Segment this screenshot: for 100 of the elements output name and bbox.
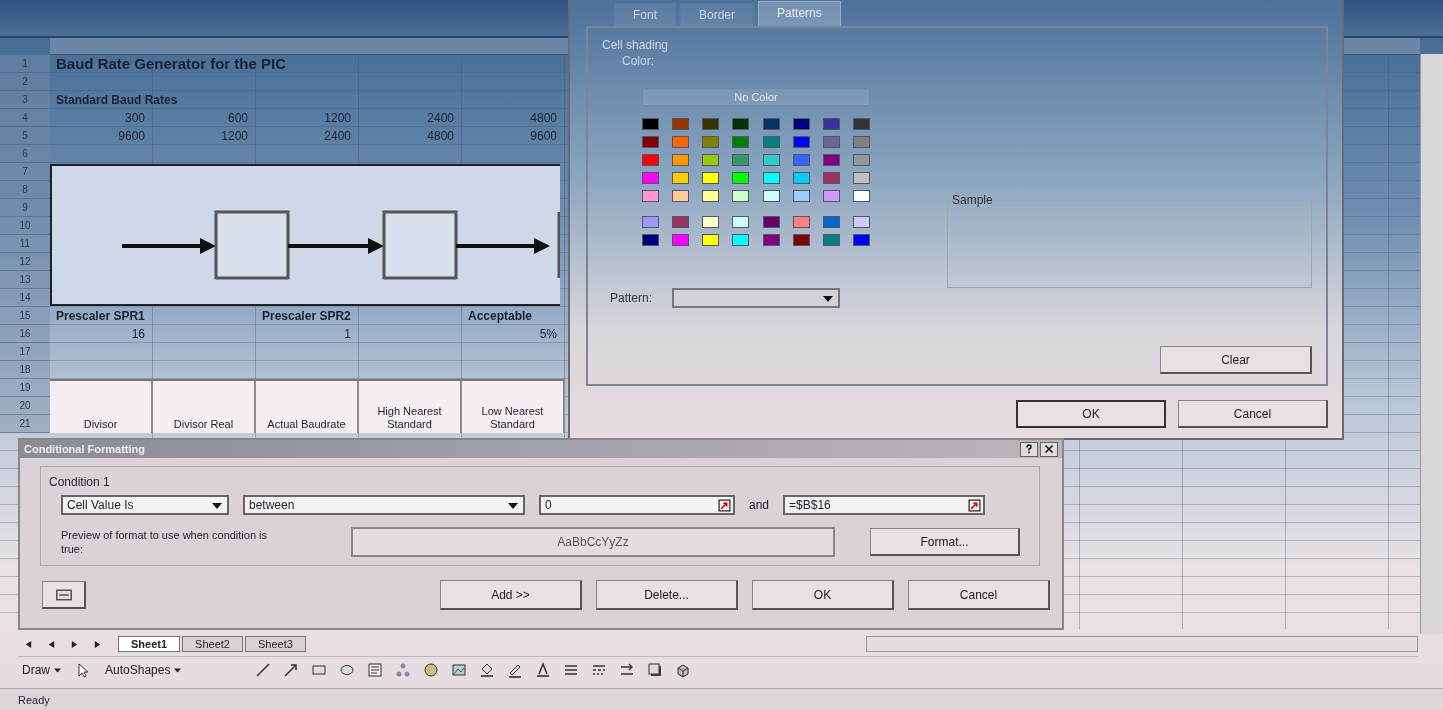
- color-swatch[interactable]: [853, 136, 870, 148]
- color-swatch[interactable]: [702, 118, 720, 130]
- color-swatch[interactable]: [822, 172, 840, 184]
- dialog-button[interactable]: Cancel: [908, 580, 1050, 610]
- dialog-button[interactable]: Add >>: [440, 580, 582, 610]
- help-button[interactable]: [1020, 441, 1038, 457]
- color-swatch[interactable]: [672, 234, 690, 246]
- rectangle-icon[interactable]: [311, 662, 328, 678]
- color-swatch[interactable]: [642, 172, 659, 184]
- dialog-button[interactable]: OK: [1016, 400, 1166, 428]
- value-field[interactable]: 0: [539, 495, 735, 515]
- color-swatch[interactable]: [732, 136, 750, 148]
- color-swatch[interactable]: [762, 154, 780, 166]
- shadow-icon[interactable]: [647, 662, 664, 678]
- color-swatch[interactable]: [672, 216, 690, 228]
- sheet-tab[interactable]: Sheet2: [182, 636, 243, 652]
- color-swatch[interactable]: [822, 190, 840, 202]
- arrow-style-icon[interactable]: [619, 662, 636, 678]
- value-field[interactable]: =$B$16: [783, 495, 986, 515]
- color-swatch[interactable]: [702, 136, 720, 148]
- color-swatch[interactable]: [672, 118, 690, 130]
- operator-dropdown[interactable]: between: [243, 495, 525, 515]
- diagram-icon[interactable]: [395, 662, 412, 678]
- color-swatch[interactable]: [732, 216, 750, 228]
- color-swatch[interactable]: [762, 216, 780, 228]
- font-color-icon[interactable]: [535, 662, 552, 678]
- dialog-button[interactable]: Cancel: [1178, 400, 1328, 428]
- pen-icon[interactable]: [507, 662, 524, 678]
- color-swatch[interactable]: [762, 136, 780, 148]
- tab-scroll-icon[interactable]: [93, 639, 102, 649]
- color-swatch[interactable]: [853, 154, 870, 166]
- color-swatch[interactable]: [853, 172, 870, 184]
- autoshapes-menu-button[interactable]: AutoShapes: [101, 661, 186, 679]
- line-icon[interactable]: [255, 662, 272, 678]
- operand-dropdown[interactable]: Cell Value Is: [61, 495, 229, 515]
- dialog-button[interactable]: Delete...: [596, 580, 738, 610]
- dialog-button[interactable]: OK: [752, 580, 894, 610]
- color-swatch[interactable]: [792, 118, 810, 130]
- color-swatch[interactable]: [792, 190, 810, 202]
- color-swatch[interactable]: [642, 234, 659, 246]
- color-swatch[interactable]: [642, 190, 659, 202]
- text-box-icon[interactable]: [367, 662, 384, 678]
- color-swatch[interactable]: [702, 216, 720, 228]
- color-swatch[interactable]: [792, 234, 810, 246]
- color-swatch[interactable]: [792, 172, 810, 184]
- color-swatch[interactable]: [853, 118, 870, 130]
- color-swatch[interactable]: [792, 136, 810, 148]
- color-swatch[interactable]: [672, 172, 690, 184]
- color-swatch[interactable]: [642, 216, 659, 228]
- color-swatch[interactable]: [642, 136, 659, 148]
- color-swatch[interactable]: [672, 154, 690, 166]
- color-swatch[interactable]: [732, 154, 750, 166]
- color-swatch[interactable]: [792, 216, 810, 228]
- color-swatch[interactable]: [672, 136, 690, 148]
- color-swatch[interactable]: [732, 172, 750, 184]
- arrow-icon[interactable]: [283, 662, 300, 678]
- pattern-dropdown[interactable]: [672, 288, 841, 308]
- color-swatch[interactable]: [702, 234, 720, 246]
- color-swatch[interactable]: [822, 136, 840, 148]
- fill-bucket-icon[interactable]: [479, 662, 496, 678]
- color-swatch[interactable]: [853, 234, 870, 246]
- color-swatch[interactable]: [762, 190, 780, 202]
- pointer-icon[interactable]: [75, 662, 91, 678]
- color-swatch[interactable]: [822, 234, 840, 246]
- help-button[interactable]: [42, 581, 86, 609]
- dash-style-icon[interactable]: [591, 662, 608, 678]
- horizontal-scrollbar[interactable]: [866, 636, 1418, 652]
- cube-icon[interactable]: [675, 662, 692, 678]
- tab-scroll-icon[interactable]: [47, 639, 56, 649]
- color-swatch[interactable]: [732, 118, 750, 130]
- color-swatch[interactable]: [702, 172, 720, 184]
- clear-button[interactable]: Clear: [1160, 346, 1312, 374]
- oval-icon[interactable]: [339, 662, 356, 678]
- sheet-tab[interactable]: Sheet1: [118, 636, 181, 652]
- format-button[interactable]: Format...: [870, 528, 1020, 556]
- color-swatch[interactable]: [702, 190, 720, 202]
- color-swatch[interactable]: [792, 154, 810, 166]
- draw-menu-button[interactable]: Draw: [18, 661, 65, 679]
- color-swatch[interactable]: [672, 190, 690, 202]
- color-swatch[interactable]: [762, 234, 780, 246]
- color-swatch[interactable]: [762, 118, 780, 130]
- color-swatch[interactable]: [853, 190, 870, 202]
- color-swatch[interactable]: [822, 118, 840, 130]
- line-style-icon[interactable]: [563, 662, 580, 678]
- color-swatch[interactable]: [822, 216, 840, 228]
- tab-scroll-icon[interactable]: [70, 639, 79, 649]
- color-swatch[interactable]: [762, 172, 780, 184]
- color-swatch[interactable]: [853, 216, 870, 228]
- sheet-tab[interactable]: Sheet3: [244, 636, 306, 652]
- color-swatch[interactable]: [822, 154, 840, 166]
- tab-scroll-icon[interactable]: [24, 639, 33, 649]
- color-swatch[interactable]: [702, 154, 720, 166]
- sheet-title: Baud Rate Generator for the PIC: [55, 55, 287, 73]
- picture-icon[interactable]: [451, 662, 468, 678]
- color-swatch[interactable]: [642, 154, 659, 166]
- color-swatch[interactable]: [732, 190, 750, 202]
- color-swatch[interactable]: [642, 118, 659, 130]
- vertical-scrollbar[interactable]: [1420, 54, 1443, 634]
- close-button[interactable]: [1040, 441, 1058, 457]
- color-swatch[interactable]: [732, 234, 750, 246]
